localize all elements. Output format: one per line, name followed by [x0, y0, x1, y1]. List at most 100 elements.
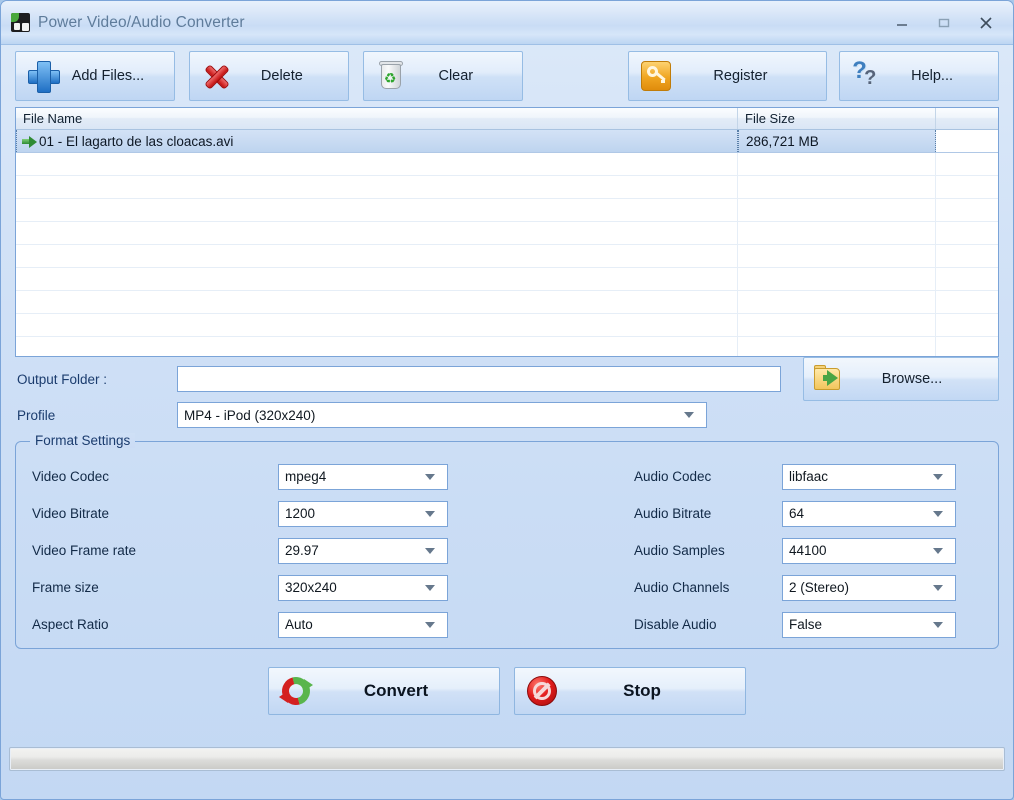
column-header-file-size[interactable]: File Size	[738, 108, 936, 129]
chevron-down-icon	[933, 510, 943, 517]
window-title: Power Video/Audio Converter	[38, 13, 245, 31]
cell-file-size: 286,721 MB	[738, 130, 936, 152]
disable-audio-value: False	[789, 617, 823, 632]
setting-aspect-ratio: Aspect Ratio Auto	[32, 606, 486, 643]
stop-button[interactable]: Stop	[514, 667, 746, 715]
output-settings: Output Folder : Browse... Profile MP4 - …	[1, 357, 1013, 437]
video-frame-rate-select[interactable]: 29.97	[278, 537, 448, 564]
file-list[interactable]: File Name File Size 01 - El lagarto de l…	[15, 107, 999, 357]
table-row[interactable]	[16, 222, 998, 245]
audio-settings-column: Audio Codec libfaac Audio Bitrate 64 Aud…	[486, 456, 998, 648]
setting-frame-size: Frame size 320x240	[32, 569, 486, 606]
minimize-icon[interactable]	[881, 8, 923, 38]
browse-button[interactable]: Browse...	[803, 357, 999, 401]
chevron-down-icon	[425, 473, 435, 480]
key-icon	[639, 59, 673, 93]
x-mark-icon	[200, 59, 234, 93]
table-row[interactable]	[16, 199, 998, 222]
table-row[interactable]	[16, 337, 998, 356]
help-button[interactable]: ?? Help...	[839, 51, 1000, 101]
format-settings-title: Format Settings	[30, 433, 136, 448]
table-row[interactable]	[16, 153, 998, 176]
output-folder-label: Output Folder :	[17, 371, 108, 387]
refresh-icon	[276, 671, 316, 711]
stop-sign-icon	[525, 674, 559, 708]
audio-samples-value: 44100	[789, 543, 827, 558]
plus-icon	[26, 59, 60, 93]
video-codec-label: Video Codec	[32, 469, 110, 484]
video-bitrate-select[interactable]: 1200	[278, 500, 448, 527]
aspect-ratio-label: Aspect Ratio	[32, 617, 109, 632]
toolbar: Add Files... Delete ♻ Clear Register ?? …	[1, 45, 1013, 107]
chevron-down-icon	[933, 584, 943, 591]
table-row[interactable]	[16, 176, 998, 199]
convert-button[interactable]: Convert	[268, 667, 500, 715]
file-list-header: File Name File Size	[16, 108, 998, 130]
recycle-bin-icon: ♻	[374, 59, 408, 93]
folder-open-icon	[812, 364, 844, 394]
action-bar: Convert Stop	[1, 649, 1013, 725]
setting-audio-samples: Audio Samples 44100	[634, 532, 998, 569]
aspect-ratio-select[interactable]: Auto	[278, 611, 448, 638]
video-settings-column: Video Codec mpeg4 Video Bitrate 1200 Vid…	[16, 456, 486, 648]
setting-video-codec: Video Codec mpeg4	[32, 458, 486, 495]
chevron-down-icon	[684, 412, 694, 418]
delete-button[interactable]: Delete	[188, 51, 349, 101]
chevron-down-icon	[425, 547, 435, 554]
video-codec-select[interactable]: mpeg4	[278, 463, 448, 490]
column-header-extra[interactable]	[936, 108, 998, 129]
chevron-down-icon	[425, 510, 435, 517]
frame-size-label: Frame size	[32, 580, 99, 595]
cell-extra	[936, 130, 998, 152]
table-row[interactable]	[16, 314, 998, 337]
setting-disable-audio: Disable Audio False	[634, 606, 998, 643]
profile-row: Profile MP4 - iPod (320x240)	[15, 401, 999, 429]
audio-channels-select[interactable]: 2 (Stereo)	[782, 574, 956, 601]
close-icon[interactable]	[965, 8, 1007, 38]
setting-video-frame-rate: Video Frame rate 29.97	[32, 532, 486, 569]
progress-bar	[9, 747, 1005, 771]
table-row[interactable]	[16, 268, 998, 291]
column-header-file-name[interactable]: File Name	[16, 108, 738, 129]
frame-size-select[interactable]: 320x240	[278, 574, 448, 601]
app-icon	[11, 13, 30, 32]
profile-value: MP4 - iPod (320x240)	[184, 407, 316, 423]
audio-samples-label: Audio Samples	[634, 543, 725, 558]
table-row[interactable]	[16, 291, 998, 314]
output-folder-input[interactable]	[177, 366, 781, 392]
disable-audio-select[interactable]: False	[782, 611, 956, 638]
video-bitrate-label: Video Bitrate	[32, 506, 110, 521]
clear-button[interactable]: ♻ Clear	[362, 51, 523, 101]
title-bar: Power Video/Audio Converter	[1, 1, 1013, 45]
profile-select[interactable]: MP4 - iPod (320x240)	[177, 402, 707, 428]
audio-codec-select[interactable]: libfaac	[782, 463, 956, 490]
setting-video-bitrate: Video Bitrate 1200	[32, 495, 486, 532]
video-frame-rate-value: 29.97	[285, 543, 319, 558]
cell-file-name: 01 - El lagarto de las cloacas.avi	[16, 130, 738, 152]
audio-bitrate-select[interactable]: 64	[782, 500, 956, 527]
audio-bitrate-label: Audio Bitrate	[634, 506, 712, 521]
audio-codec-label: Audio Codec	[634, 469, 712, 484]
register-button[interactable]: Register	[627, 51, 828, 101]
maximize-icon[interactable]	[923, 8, 965, 38]
add-files-button[interactable]: Add Files...	[15, 51, 175, 101]
setting-audio-codec: Audio Codec libfaac	[634, 458, 998, 495]
help-label: Help...	[911, 68, 954, 84]
green-arrow-icon	[22, 135, 37, 148]
window-controls	[881, 1, 1007, 45]
clear-label: Clear	[438, 68, 474, 84]
output-folder-row: Output Folder : Browse...	[15, 357, 999, 401]
frame-size-value: 320x240	[285, 580, 337, 595]
profile-label: Profile	[17, 407, 56, 423]
chevron-down-icon	[933, 547, 943, 554]
app-window: Power Video/Audio Converter Add Files...…	[0, 0, 1014, 800]
table-row[interactable]: 01 - El lagarto de las cloacas.avi 286,7…	[16, 130, 998, 153]
table-row[interactable]	[16, 245, 998, 268]
file-list-body[interactable]: 01 - El lagarto de las cloacas.avi 286,7…	[16, 130, 998, 356]
video-codec-value: mpeg4	[285, 469, 327, 484]
audio-channels-value: 2 (Stereo)	[789, 580, 850, 595]
audio-samples-select[interactable]: 44100	[782, 537, 956, 564]
format-settings-group: Format Settings Video Codec mpeg4 Video …	[15, 433, 999, 649]
aspect-ratio-value: Auto	[285, 617, 313, 632]
chevron-down-icon	[933, 621, 943, 628]
